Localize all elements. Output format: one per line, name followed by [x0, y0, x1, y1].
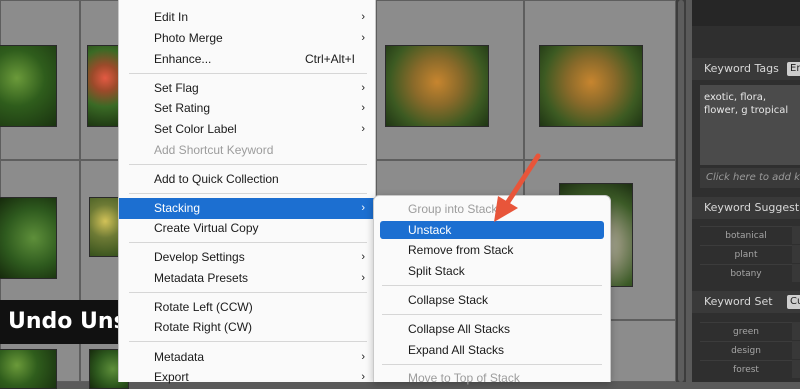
menu-item-create-virtual-copy[interactable]: Create Virtual Copy — [119, 218, 375, 239]
submenu-separator — [382, 314, 602, 315]
keyword-suggestion[interactable]: botany — [700, 264, 792, 283]
keyword-set-label: Keyword Set — [704, 295, 773, 308]
menu-item-label: Add to Quick Collection — [154, 172, 279, 186]
add-keyword-field[interactable]: Click here to add key — [700, 168, 800, 188]
photo-thumbnail[interactable] — [0, 349, 57, 389]
menu-item-label: Metadata — [154, 350, 205, 364]
menu-separator — [129, 193, 367, 194]
menu-item-label: Set Flag — [154, 81, 199, 95]
menu-item-shortcut: Ctrl+Alt+I — [304, 52, 355, 66]
suggestion-cell[interactable] — [792, 245, 800, 263]
menu-separator — [129, 292, 367, 293]
keyword-suggestions-header[interactable]: Keyword Suggestion — [692, 197, 800, 219]
menu-item-metadata-presets[interactable]: Metadata Presets › — [119, 268, 375, 289]
submenu-arrow-icon: › — [361, 11, 365, 23]
photo-thumbnail[interactable] — [385, 45, 489, 127]
keyword-tags-label: Keyword Tags — [704, 62, 779, 75]
keyword-suggestion[interactable]: plant — [700, 245, 792, 264]
keyword-set-item[interactable]: green — [700, 322, 792, 341]
menu-item-edit-in[interactable]: Edit In › — [119, 7, 375, 28]
menu-item-label: Add Shortcut Keyword — [154, 143, 274, 157]
photo-thumbnail[interactable] — [539, 45, 643, 127]
menu-separator — [129, 341, 367, 342]
grid-cell[interactable] — [524, 0, 676, 160]
submenu-item-collapse-stack[interactable]: Collapse Stack — [380, 291, 604, 309]
grid-cell[interactable] — [0, 160, 80, 320]
menu-item-set-flag[interactable]: Set Flag › — [119, 78, 375, 99]
keyword-set-item[interactable]: design — [700, 341, 792, 360]
menu-item-export[interactable]: Export › — [119, 367, 375, 388]
keyword-tags-field[interactable]: exotic, flora, flower, g tropical — [700, 85, 800, 165]
suggestion-cell[interactable] — [792, 264, 800, 282]
context-menu: Edit In › Photo Merge › Enhance... Ctrl+… — [118, 0, 376, 384]
menu-item-label: Metadata Presets — [154, 271, 249, 285]
menu-item-rotate-right[interactable]: Rotate Right (CW) — [119, 317, 375, 338]
menu-item-label: Rotate Left (CCW) — [154, 300, 253, 314]
right-panel: Keyword Tags Er exotic, flora, flower, g… — [692, 0, 800, 382]
keyword-tags-header[interactable]: Keyword Tags Er — [692, 58, 800, 80]
submenu-arrow-icon: › — [361, 82, 365, 94]
menu-item-label: Enhance... — [154, 52, 212, 66]
menu-item-label: Set Rating — [154, 101, 211, 115]
panel-top-bar — [692, 0, 800, 26]
submenu-separator — [382, 364, 602, 365]
grid-cell[interactable] — [80, 0, 127, 160]
keyword-suggestion[interactable]: botanical — [700, 226, 792, 245]
submenu-arrow-icon: › — [361, 371, 365, 383]
submenu-arrow-icon: › — [361, 32, 365, 44]
grid-scrollbar[interactable] — [676, 0, 686, 382]
submenu-arrow-icon: › — [361, 123, 365, 135]
menu-separator — [129, 164, 367, 165]
submenu-arrow-icon: › — [361, 202, 365, 214]
submenu-arrow-icon: › — [361, 272, 365, 284]
submenu-item-expand-all-stacks[interactable]: Expand All Stacks — [380, 341, 604, 359]
menu-item-add-to-quick-collection[interactable]: Add to Quick Collection — [119, 169, 375, 190]
photo-thumbnail[interactable] — [0, 197, 57, 279]
menu-item-label: Edit In — [154, 10, 189, 24]
annotation-arrow-icon — [494, 153, 541, 222]
menu-item-label: Stacking — [154, 201, 201, 215]
submenu-item-split-stack[interactable]: Split Stack — [380, 262, 604, 280]
menu-item-develop-settings[interactable]: Develop Settings › — [119, 247, 375, 268]
menu-item-metadata[interactable]: Metadata › — [119, 347, 375, 368]
submenu-item-remove-from-stack[interactable]: Remove from Stack — [380, 241, 604, 259]
keyword-set-header[interactable]: Keyword Set Cu — [692, 291, 800, 313]
menu-item-label: Photo Merge — [154, 31, 223, 45]
menu-item-set-rating[interactable]: Set Rating › — [119, 98, 375, 119]
grid-cell[interactable] — [376, 0, 524, 160]
submenu-item-collapse-all-stacks[interactable]: Collapse All Stacks — [380, 320, 604, 338]
submenu-arrow-icon: › — [361, 102, 365, 114]
menu-item-label: Rotate Right (CW) — [154, 320, 253, 334]
menu-item-set-color-label[interactable]: Set Color Label › — [119, 119, 375, 140]
menu-item-label: Set Color Label — [154, 122, 237, 136]
menu-item-photo-merge[interactable]: Photo Merge › — [119, 28, 375, 49]
grid-cell[interactable] — [80, 160, 129, 320]
menu-separator — [129, 73, 367, 74]
menu-item-enhance[interactable]: Enhance... Ctrl+Alt+I — [119, 49, 375, 70]
submenu-arrow-icon: › — [361, 251, 365, 263]
suggestion-cell[interactable] — [792, 226, 800, 244]
submenu-item-move-to-top-of-stack: Move to Top of Stack — [408, 371, 520, 385]
menu-item-add-shortcut-keyword: Add Shortcut Keyword — [119, 140, 375, 161]
tutorial-title-overlay: Undo Unsta — [0, 300, 120, 344]
menu-item-label: Create Virtual Copy — [154, 221, 259, 235]
keyword-set-select[interactable]: Cu — [787, 295, 800, 309]
scrollbar-thumb[interactable] — [678, 0, 684, 382]
grid-cell[interactable] — [0, 0, 80, 160]
menu-separator — [129, 242, 367, 243]
photo-thumbnail[interactable] — [0, 45, 57, 127]
set-cell[interactable] — [792, 322, 800, 340]
keyword-set-item[interactable]: forest — [700, 360, 792, 379]
set-cell[interactable] — [792, 341, 800, 359]
menu-item-label: Develop Settings — [154, 250, 245, 264]
menu-item-stacking[interactable]: Stacking › — [119, 198, 375, 219]
keyword-tags-mode-select[interactable]: Er — [787, 62, 800, 76]
menu-item-rotate-left[interactable]: Rotate Left (CCW) — [119, 297, 375, 318]
keyword-suggestions-label: Keyword Suggestion — [704, 201, 800, 214]
submenu-arrow-icon: › — [361, 351, 365, 363]
set-cell[interactable] — [792, 360, 800, 378]
submenu-separator — [382, 285, 602, 286]
